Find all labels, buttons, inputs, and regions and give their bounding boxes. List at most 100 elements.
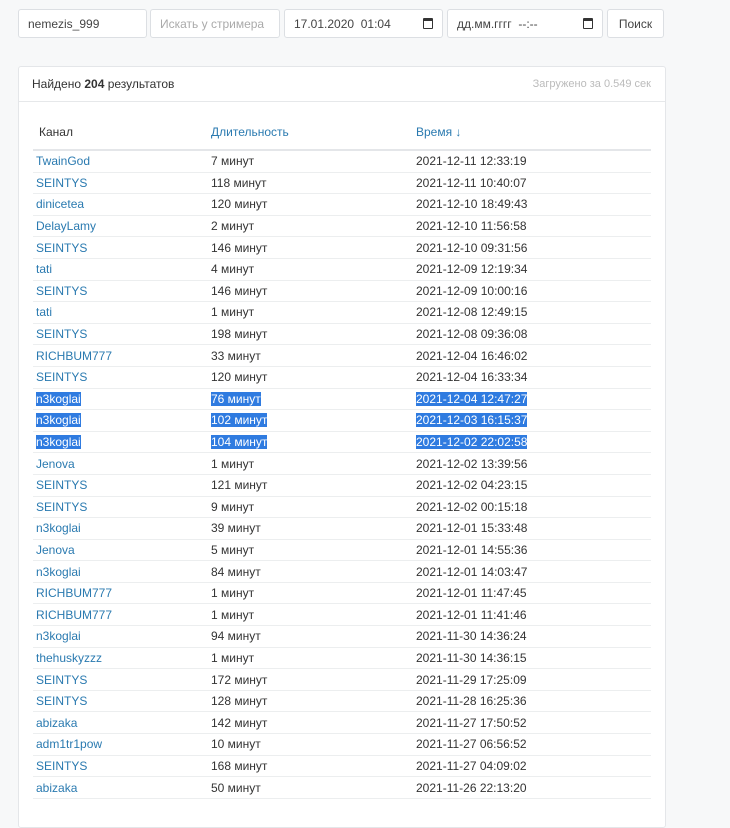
channel-link[interactable]: TwainGod xyxy=(36,154,90,168)
duration-cell: 39 минут xyxy=(208,517,413,540)
found-suffix: результатов xyxy=(104,77,175,91)
channel-cell: dinicetea xyxy=(33,193,208,216)
column-duration[interactable]: Длительность xyxy=(208,115,413,151)
table-row: n3koglai 104 минут 2021-12-02 22:02:58 xyxy=(33,431,651,454)
calendar-icon[interactable] xyxy=(583,18,593,29)
channel-link[interactable]: adm1tr1pow xyxy=(36,737,102,751)
duration-cell: 1 минут xyxy=(208,301,413,324)
channel-link[interactable]: SEINTYS xyxy=(36,370,87,384)
duration-value: 121 минут xyxy=(211,478,268,493)
time-cell: 2021-12-02 22:02:58 xyxy=(413,431,651,454)
channel-link[interactable]: dinicetea xyxy=(36,197,84,211)
duration-value: 1 минут xyxy=(211,650,255,665)
time-value: 2021-12-01 15:33:48 xyxy=(416,521,528,536)
channel-link[interactable]: SEINTYS xyxy=(36,673,87,687)
time-value: 2021-12-01 14:55:36 xyxy=(416,542,528,557)
time-cell: 2021-11-30 14:36:15 xyxy=(413,647,651,670)
channel-link[interactable]: tati xyxy=(36,262,52,276)
table-row: SEINTYS 198 минут 2021-12-08 09:36:08 xyxy=(33,323,651,346)
date-from-input[interactable]: 17.01.2020 01:04 xyxy=(284,9,443,38)
time-cell: 2021-12-09 10:00:16 xyxy=(413,280,651,303)
channel-link[interactable]: RICHBUM777 xyxy=(36,586,112,600)
table-row: tati 4 минут 2021-12-09 12:19:34 xyxy=(33,258,651,281)
channel-cell: n3koglai xyxy=(33,431,208,454)
channel-link[interactable]: SEINTYS xyxy=(36,500,87,514)
date-from-value: 17.01.2020 01:04 xyxy=(294,16,391,31)
time-cell: 2021-11-27 04:09:02 xyxy=(413,755,651,778)
channel-cell: SEINTYS xyxy=(33,366,208,389)
channel-cell: SEINTYS xyxy=(33,668,208,691)
duration-cell: 104 минут xyxy=(208,431,413,454)
table-row: SEINTYS 168 минут 2021-11-27 04:09:02 xyxy=(33,755,651,778)
column-time[interactable]: Время ↓ xyxy=(413,115,651,151)
table-row: dinicetea 120 минут 2021-12-10 18:49:43 xyxy=(33,193,651,216)
duration-cell: 128 минут xyxy=(208,690,413,713)
channel-link[interactable]: tati xyxy=(36,305,52,319)
channel-cell: RICHBUM777 xyxy=(33,603,208,627)
streamer-search-input[interactable]: Искать у стримера xyxy=(150,9,280,38)
channel-cell: SEINTYS xyxy=(33,690,208,713)
username-input[interactable]: nemezis_999 xyxy=(18,9,147,38)
channel-link[interactable]: SEINTYS xyxy=(36,694,87,708)
duration-value: 10 минут xyxy=(211,737,261,752)
channel-link[interactable]: abizaka xyxy=(36,716,77,730)
channel-link[interactable]: SEINTYS xyxy=(36,478,87,492)
channel-link[interactable]: SEINTYS xyxy=(36,241,87,255)
channel-link[interactable]: n3koglai xyxy=(36,435,81,450)
channel-link[interactable]: n3koglai xyxy=(36,391,81,406)
time-value: 2021-12-04 16:33:34 xyxy=(416,370,528,385)
search-button[interactable]: Поиск xyxy=(607,9,664,38)
time-cell: 2021-12-01 15:33:48 xyxy=(413,517,651,540)
table-row: n3koglai 76 минут 2021-12-04 12:47:27 xyxy=(33,388,651,411)
duration-cell: 4 минут xyxy=(208,258,413,281)
calendar-icon[interactable] xyxy=(423,18,433,29)
channel-link[interactable]: SEINTYS xyxy=(36,176,87,190)
duration-cell: 102 минут xyxy=(208,409,413,432)
found-prefix: Найдено xyxy=(32,77,85,91)
channel-cell: TwainGod xyxy=(33,150,208,173)
channel-link[interactable]: SEINTYS xyxy=(36,327,87,341)
duration-cell: 168 минут xyxy=(208,755,413,778)
channel-cell: SEINTYS xyxy=(33,172,208,195)
channel-link[interactable]: Jenova xyxy=(36,543,75,557)
channel-link[interactable]: SEINTYS xyxy=(36,284,87,298)
channel-link[interactable]: n3koglai xyxy=(36,521,81,535)
channel-link[interactable]: thehuskyzzz xyxy=(36,651,102,665)
duration-value: 198 минут xyxy=(211,327,268,342)
time-cell: 2021-12-01 14:55:36 xyxy=(413,539,651,562)
duration-cell: 146 минут xyxy=(208,236,413,259)
time-value: 2021-12-08 12:49:15 xyxy=(416,305,528,320)
channel-cell: n3koglai xyxy=(33,388,208,411)
channel-link[interactable]: DelayLamy xyxy=(36,219,96,233)
time-cell: 2021-12-04 12:47:27 xyxy=(413,388,651,411)
date-to-input[interactable]: дд.мм.гггг --:-- xyxy=(447,9,603,38)
channel-link[interactable]: n3koglai xyxy=(36,565,81,579)
time-value: 2021-11-29 17:25:09 xyxy=(416,672,527,687)
channel-cell: n3koglai xyxy=(33,560,208,583)
channel-link[interactable]: n3koglai xyxy=(36,629,81,643)
streamer-placeholder: Искать у стримера xyxy=(160,16,265,31)
channel-link[interactable]: RICHBUM777 xyxy=(36,608,112,622)
channel-cell: SEINTYS xyxy=(33,496,208,519)
time-value: 2021-12-09 10:00:16 xyxy=(416,283,528,298)
duration-cell: 118 минут xyxy=(208,172,413,195)
channel-link[interactable]: Jenova xyxy=(36,457,75,471)
time-value: 2021-12-02 04:23:15 xyxy=(416,478,528,493)
channel-link[interactable]: RICHBUM777 xyxy=(36,349,112,363)
time-value: 2021-11-28 16:25:36 xyxy=(416,694,527,709)
channel-link[interactable]: n3koglai xyxy=(36,413,81,428)
time-value: 2021-12-02 13:39:56 xyxy=(416,456,528,471)
duration-cell: 76 минут xyxy=(208,388,413,411)
channel-cell: RICHBUM777 xyxy=(33,582,208,605)
table-row: thehuskyzzz 1 минут 2021-11-30 14:36:15 xyxy=(33,647,651,670)
load-time: Загружено за 0.549 сек xyxy=(532,78,651,90)
duration-value: 118 минут xyxy=(211,175,267,190)
found-count: 204 xyxy=(84,77,105,91)
channel-link[interactable]: abizaka xyxy=(36,781,77,795)
table-row: SEINTYS 121 минут 2021-12-02 04:23:15 xyxy=(33,474,651,497)
time-cell: 2021-12-02 13:39:56 xyxy=(413,452,651,475)
table-row: Jenova 5 минут 2021-12-01 14:55:36 xyxy=(33,539,651,562)
duration-cell: 120 минут xyxy=(208,193,413,216)
time-cell: 2021-12-04 16:33:34 xyxy=(413,366,651,389)
channel-link[interactable]: SEINTYS xyxy=(36,759,87,773)
